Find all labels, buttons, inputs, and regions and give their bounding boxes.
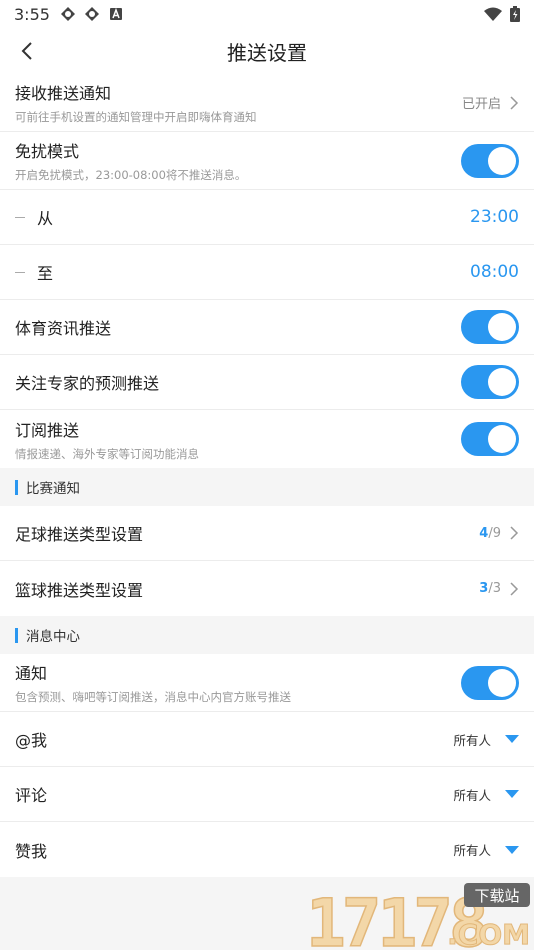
chevron-right-icon	[510, 95, 519, 110]
dnd-desc: 开启免扰模式，23:00-08:00将不推送消息。	[15, 168, 247, 182]
notify-desc: 包含预测、嗨吧等订阅推送，消息中心内官方账号推送	[15, 690, 291, 704]
dnd-toggle[interactable]	[461, 143, 519, 178]
dash-icon	[15, 216, 25, 218]
push-settings-list: 接收推送通知 可前往手机设置的通知管理中开启即嗨体育通知 已开启 免扰模式 开启…	[0, 74, 534, 468]
receive-push-row[interactable]: 接收推送通知 可前往手机设置的通知管理中开启即嗨体育通知 已开启	[0, 74, 534, 132]
toggle-knob	[488, 146, 516, 175]
like-row[interactable]: 赞我 所有人	[0, 822, 534, 877]
wifi-icon	[484, 7, 502, 21]
watermark-badge: 下载站	[474, 887, 519, 905]
toggle-knob	[488, 313, 516, 341]
message-section-header: 消息中心	[0, 616, 534, 654]
receive-push-desc: 可前往手机设置的通知管理中开启即嗨体育通知	[15, 110, 257, 124]
dnd-to-time[interactable]: 08:00	[470, 262, 519, 282]
status-time: 3:55	[14, 4, 50, 24]
toggle-knob	[488, 668, 516, 697]
nav-bar: 推送设置	[0, 28, 534, 74]
receive-push-status: 已开启	[461, 97, 501, 112]
section-accent-bar	[15, 627, 18, 643]
status-bar: 3:55	[0, 0, 534, 28]
mention-permission: 所有人	[453, 732, 491, 748]
sports-news-row: 体育资讯推送	[0, 300, 534, 355]
notify-label: 通知	[15, 664, 48, 683]
toggle-knob	[488, 425, 516, 453]
dnd-to-row[interactable]: 至 08:00	[0, 245, 534, 300]
comment-label: 评论	[15, 786, 48, 805]
expert-predict-toggle[interactable]	[461, 365, 519, 399]
comment-row[interactable]: 评论 所有人	[0, 767, 534, 822]
toggle-knob	[488, 368, 516, 396]
like-permission: 所有人	[453, 843, 491, 858]
watermark-logo: 17178 下载站 .COM	[306, 883, 531, 950]
dash-icon	[15, 271, 25, 273]
font-notification-icon	[109, 7, 122, 20]
notify-toggle[interactable]	[461, 665, 519, 700]
mention-label: @我	[15, 731, 48, 750]
message-section-title: 消息中心	[26, 629, 80, 645]
chevron-right-icon	[510, 526, 519, 540]
watermark-domain: .COM	[447, 918, 530, 950]
dnd-from-row[interactable]: 从 23:00	[0, 190, 534, 245]
dropdown-arrow-icon[interactable]	[505, 735, 519, 743]
basketball-count: 3/3	[479, 581, 501, 596]
match-section-title: 比赛通知	[26, 481, 80, 497]
match-section-header: 比赛通知	[0, 468, 534, 506]
dnd-from-time[interactable]: 23:00	[470, 207, 519, 227]
battery-icon	[510, 6, 520, 22]
section-accent-bar	[15, 479, 18, 495]
like-label: 赞我	[15, 841, 48, 861]
football-setting-label: 足球推送类型设置	[15, 525, 144, 544]
sports-news-label: 体育资讯推送	[15, 319, 112, 338]
app-notification-icon	[84, 7, 99, 21]
comment-permission: 所有人	[453, 787, 491, 803]
message-settings-list: 通知 包含预测、嗨吧等订阅推送，消息中心内官方账号推送 @我 所有人 评论 所有…	[0, 654, 534, 877]
back-arrow-icon	[21, 42, 32, 60]
subscribe-row: 订阅推送 情报速递、海外专家等订阅功能消息	[0, 410, 534, 468]
football-count: 4/9	[479, 525, 501, 541]
expert-predict-row: 关注专家的预测推送	[0, 355, 534, 410]
subscribe-toggle[interactable]	[461, 422, 519, 456]
dnd-label: 免扰模式	[15, 142, 80, 161]
notify-row: 通知 包含预测、嗨吧等订阅推送，消息中心内官方账号推送	[0, 654, 534, 712]
dnd-to-label: 至	[37, 264, 54, 283]
dropdown-arrow-icon[interactable]	[505, 790, 519, 798]
subscribe-desc: 情报速递、海外专家等订阅功能消息	[15, 446, 199, 461]
sports-news-toggle[interactable]	[461, 310, 519, 344]
page-title: 推送设置	[227, 40, 307, 65]
dnd-from-label: 从	[37, 209, 54, 228]
dnd-row: 免扰模式 开启免扰模式，23:00-08:00将不推送消息。	[0, 132, 534, 190]
back-button[interactable]	[12, 36, 42, 66]
expert-predict-label: 关注专家的预测推送	[15, 374, 160, 393]
match-settings-list: 足球推送类型设置 4/9 篮球推送类型设置 3/3	[0, 506, 534, 616]
receive-push-label: 接收推送通知	[15, 84, 112, 103]
dropdown-arrow-icon[interactable]	[505, 845, 519, 854]
football-setting-row[interactable]: 足球推送类型设置 4/9	[0, 506, 534, 561]
mention-row[interactable]: @我 所有人	[0, 712, 534, 767]
subscribe-label: 订阅推送	[15, 420, 80, 440]
basketball-setting-label: 篮球推送类型设置	[15, 580, 144, 600]
basketball-setting-row[interactable]: 篮球推送类型设置 3/3	[0, 561, 534, 616]
app-notification-icon	[60, 7, 75, 21]
chevron-right-icon	[510, 581, 519, 596]
